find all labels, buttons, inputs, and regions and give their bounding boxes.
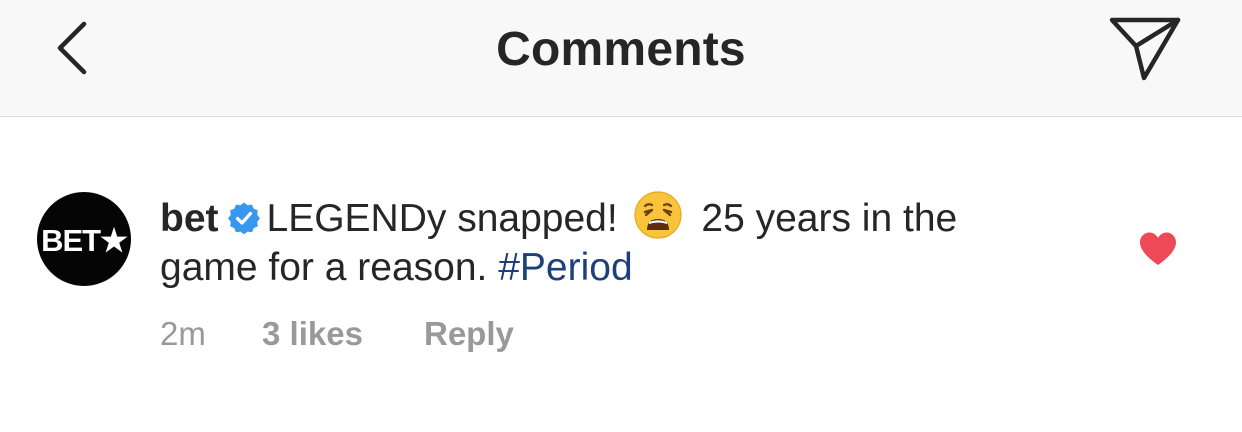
comments-screen: Comments BET★ bet LEGENDy snapped! 25 ye… [0,0,1242,432]
comment-item: BET★ bet LEGENDy snapped! 25 years in th… [0,117,1242,432]
comment-meta: 2m 3 likes Reply [160,315,514,353]
likes-count-button[interactable]: 3 likes [262,315,424,353]
comment-text-part1: LEGENDy snapped! [266,197,618,240]
comment-timestamp: 2m [160,315,206,352]
verified-badge-icon [227,202,260,235]
hashtag-link[interactable]: #Period [498,246,632,289]
paper-plane-icon [1109,17,1181,81]
navigation-bar: Comments [0,0,1242,117]
avatar-logo-text: BET★ [41,223,128,258]
avatar[interactable]: BET★ [37,192,131,286]
like-button[interactable] [1138,231,1178,267]
comment-text: bet LEGENDy snapped! 25 years in the gam… [160,190,1060,292]
heart-filled-icon [1140,232,1176,265]
weary-face-emoji-icon [633,191,682,239]
page-title: Comments [496,23,746,76]
bet-logo: BET★ [41,223,129,258]
share-button[interactable] [1106,14,1186,86]
reply-button[interactable]: Reply [424,315,514,353]
comment-username[interactable]: bet [160,197,219,240]
